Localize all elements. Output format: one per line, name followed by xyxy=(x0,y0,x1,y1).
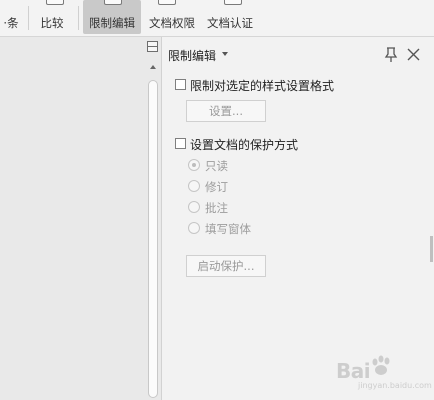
window-edge-handle xyxy=(430,236,433,262)
watermark-text: Bai xyxy=(336,359,371,383)
radio-fill-forms-label: 填写窗体 xyxy=(205,222,251,236)
toolbar-separator xyxy=(78,6,79,30)
vertical-scrollbar-thumb[interactable] xyxy=(148,80,158,398)
toolbar-separator xyxy=(28,6,29,30)
compare-button[interactable]: 比较 xyxy=(32,0,72,34)
restrict-editing-pane: 限制编辑 限制对选定的样式设置格式 设置... 设置文档的保护方式 只读 修订 … xyxy=(161,37,434,400)
radio-read-only[interactable] xyxy=(188,159,200,171)
restrict-formatting-checkbox[interactable] xyxy=(175,79,186,90)
radio-read-only-label: 只读 xyxy=(205,159,228,173)
paw-logo-icon xyxy=(372,355,390,375)
toolbar-item-partial[interactable]: ·条 xyxy=(0,0,22,34)
toolbar-item-label: 比较 xyxy=(40,16,64,30)
restrict-formatting-label: 限制对选定的样式设置格式 xyxy=(190,79,335,93)
radio-fill-forms[interactable] xyxy=(188,222,200,234)
restrict-editing-icon xyxy=(104,0,122,5)
split-window-icon[interactable] xyxy=(147,41,158,52)
close-icon[interactable] xyxy=(407,48,420,61)
start-protection-button[interactable]: 启动保护... xyxy=(186,255,266,277)
protection-method-label: 设置文档的保护方式 xyxy=(190,138,299,152)
restrict-editing-button[interactable]: 限制编辑 xyxy=(83,0,141,34)
document-certification-icon xyxy=(224,0,242,5)
settings-button[interactable]: 设置... xyxy=(186,100,266,122)
toolbar-item-label: 文档权限 xyxy=(149,16,195,30)
watermark-subtext: jingyan.baidu.com xyxy=(358,381,432,390)
pin-icon[interactable] xyxy=(384,47,398,63)
document-canvas[interactable] xyxy=(0,37,145,400)
toolbar-item-label: ·条 xyxy=(3,16,19,30)
protection-method-checkbox[interactable] xyxy=(175,138,186,149)
radio-track-changes[interactable] xyxy=(188,180,200,192)
radio-comments-label: 批注 xyxy=(205,201,228,215)
toolbar-item-label: 文档认证 xyxy=(207,16,253,30)
document-certification-button[interactable]: 文档认证 xyxy=(202,0,258,34)
pane-title: 限制编辑 xyxy=(168,49,217,63)
document-permission-icon xyxy=(158,0,176,5)
ribbon-toolbar: ·条 比较 限制编辑 文档权限 文档认证 xyxy=(0,0,434,37)
scroll-up-arrow-icon[interactable] xyxy=(148,62,158,72)
baidu-watermark: Bai jingyan.baidu.com xyxy=(336,355,432,391)
pane-menu-chevron-down-icon[interactable] xyxy=(222,52,228,56)
document-permission-button[interactable]: 文档权限 xyxy=(144,0,200,34)
toolbar-item-label: 限制编辑 xyxy=(89,16,135,30)
radio-comments[interactable] xyxy=(188,201,200,213)
radio-track-changes-label: 修订 xyxy=(205,180,228,194)
compare-icon xyxy=(46,0,64,5)
